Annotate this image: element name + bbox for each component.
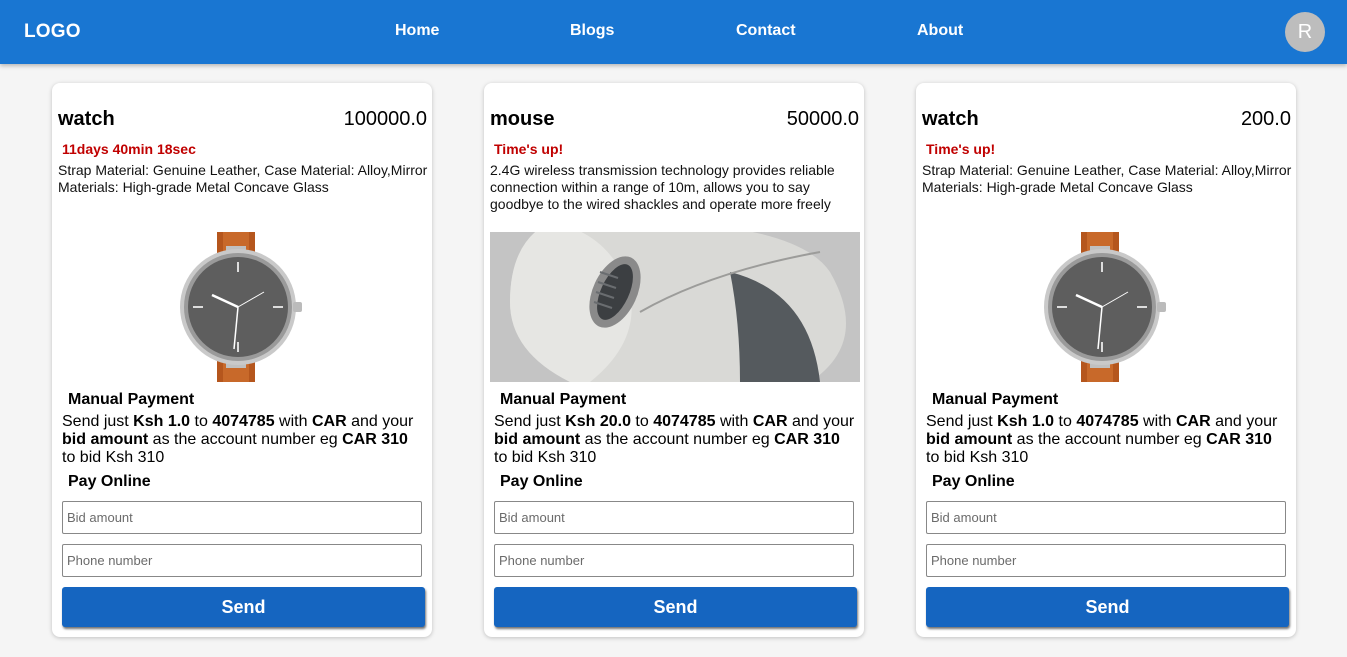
bid-amount-input[interactable] bbox=[62, 501, 422, 534]
payment-instructions: Send just Ksh 1.0 to 4074785 with CAR an… bbox=[926, 413, 1278, 466]
auction-timer: 11days 40min 18sec bbox=[62, 141, 196, 157]
pay-online-heading: Pay Online bbox=[500, 473, 583, 490]
manual-payment-heading: Manual Payment bbox=[932, 391, 1059, 408]
watch-image bbox=[922, 232, 1291, 382]
product-card: watch 100000.0 11days 40min 18sec Strap … bbox=[52, 83, 432, 637]
product-description: Strap Material: Genuine Leather, Case Ma… bbox=[58, 162, 428, 195]
product-price: 50000.0 bbox=[786, 108, 859, 130]
manual-payment-heading: Manual Payment bbox=[500, 391, 627, 408]
top-app-bar: LOGO Home Blogs Contact About R bbox=[0, 0, 1347, 64]
product-title: mouse bbox=[490, 108, 555, 130]
nav-home[interactable]: Home bbox=[395, 22, 439, 40]
send-button[interactable]: Send bbox=[926, 587, 1289, 627]
nav-blogs[interactable]: Blogs bbox=[570, 22, 614, 40]
nav-about[interactable]: About bbox=[917, 22, 963, 40]
logo[interactable]: LOGO bbox=[24, 21, 81, 43]
payment-instructions: Send just Ksh 1.0 to 4074785 with CAR an… bbox=[62, 413, 414, 466]
mouse-image bbox=[490, 232, 860, 382]
product-description: 2.4G wireless transmission technology pr… bbox=[490, 162, 835, 212]
auction-timer: Time's up! bbox=[494, 141, 564, 157]
payment-instructions: Send just Ksh 20.0 to 4074785 with CAR a… bbox=[494, 413, 855, 466]
pay-online-heading: Pay Online bbox=[932, 473, 1015, 490]
watch-image bbox=[58, 232, 427, 382]
product-price: 100000.0 bbox=[343, 108, 427, 130]
pay-online-heading: Pay Online bbox=[68, 473, 151, 490]
send-button[interactable]: Send bbox=[62, 587, 425, 627]
phone-number-input[interactable] bbox=[62, 544, 422, 577]
product-card: watch 200.0 Time's up! Strap Material: G… bbox=[916, 83, 1296, 637]
auction-timer: Time's up! bbox=[926, 141, 996, 157]
user-avatar[interactable]: R bbox=[1285, 12, 1325, 52]
bid-amount-input[interactable] bbox=[926, 501, 1286, 534]
product-title: watch bbox=[922, 108, 979, 130]
product-title: watch bbox=[58, 108, 115, 130]
nav-contact[interactable]: Contact bbox=[736, 22, 796, 40]
send-button[interactable]: Send bbox=[494, 587, 857, 627]
product-price: 200.0 bbox=[1240, 108, 1291, 130]
phone-number-input[interactable] bbox=[494, 544, 854, 577]
product-description: Strap Material: Genuine Leather, Case Ma… bbox=[922, 162, 1292, 195]
manual-payment-heading: Manual Payment bbox=[68, 391, 195, 408]
phone-number-input[interactable] bbox=[926, 544, 1286, 577]
bid-amount-input[interactable] bbox=[494, 501, 854, 534]
product-card: mouse 50000.0 Time's up! 2.4G wireless t… bbox=[484, 83, 864, 637]
